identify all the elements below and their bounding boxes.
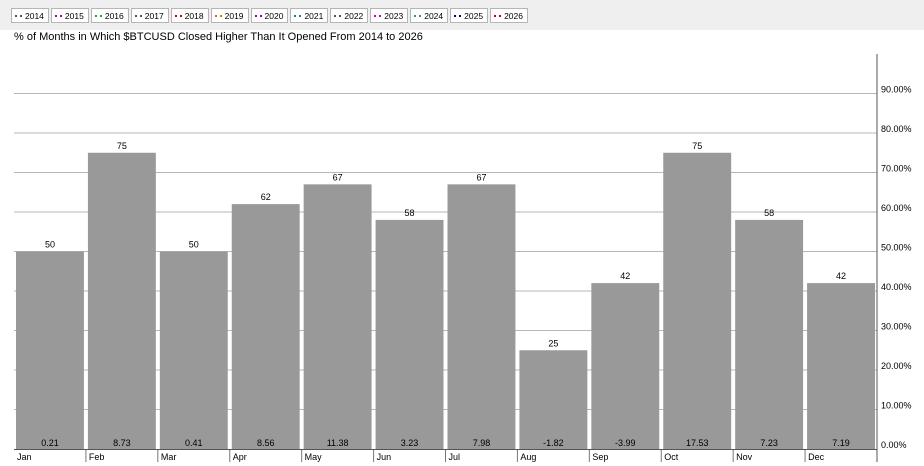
y-tick-label: 70.00% <box>881 164 912 174</box>
bar-aug <box>519 350 588 449</box>
x-tick-label: Apr <box>233 452 247 462</box>
bar-may <box>303 184 372 449</box>
average-change-label: 0.21 <box>41 438 59 448</box>
y-tick-label: 30.00% <box>881 322 912 332</box>
data-label: 58 <box>764 208 774 218</box>
data-label: 58 <box>405 208 415 218</box>
x-tick-label: Feb <box>89 452 105 462</box>
average-change-label: -1.82 <box>543 438 564 448</box>
data-label: 75 <box>692 141 702 151</box>
data-label: 50 <box>189 240 199 250</box>
y-tick-label: 20.00% <box>881 361 912 371</box>
data-label: 42 <box>620 271 630 281</box>
data-label: 67 <box>476 172 486 182</box>
y-tick-label: 40.00% <box>881 282 912 292</box>
average-change-label: 17.53 <box>686 438 709 448</box>
average-change-label: -3.99 <box>615 438 636 448</box>
bar-dec <box>807 283 875 449</box>
data-label: 50 <box>45 240 55 250</box>
average-change-label: 8.56 <box>257 438 275 448</box>
average-change-label: 3.23 <box>401 438 419 448</box>
data-label: 62 <box>261 192 271 202</box>
x-tick-label: Mar <box>161 452 177 462</box>
bar-sep <box>591 283 660 449</box>
average-change-label: 0.41 <box>185 438 203 448</box>
bar-jan <box>16 251 84 449</box>
y-tick-label: 10.00% <box>881 401 912 411</box>
x-tick-label: Jun <box>377 452 392 462</box>
bar-chart: 0.00% 10.00% 20.00% 30.00% 40.00% 50.00% 60.00… <box>14 54 912 462</box>
bar-apr <box>231 204 300 449</box>
average-change-label: 8.73 <box>113 438 131 448</box>
average-change-label: 7.19 <box>832 438 850 448</box>
data-label: 42 <box>836 271 846 281</box>
average-change-label: 11.38 <box>327 438 349 448</box>
bar-nov <box>735 219 804 449</box>
x-tick-label: Sep <box>592 452 608 462</box>
average-change-label: 7.23 <box>760 438 778 448</box>
bar-feb <box>87 152 156 449</box>
data-label: 25 <box>548 338 558 348</box>
bar-mar <box>159 251 228 449</box>
x-tick-label: Aug <box>520 452 536 462</box>
x-tick-label: May <box>305 452 323 462</box>
x-tick-label: Jul <box>449 452 461 462</box>
bar-oct <box>663 152 732 449</box>
bar-jun <box>375 219 444 449</box>
y-tick-label: 90.00% <box>881 85 912 95</box>
data-label: 67 <box>333 172 343 182</box>
x-tick-label: Dec <box>808 452 825 462</box>
y-tick-label: 80.00% <box>881 124 912 134</box>
data-label: 75 <box>117 141 127 151</box>
x-tick-label: Oct <box>664 452 679 462</box>
y-tick-label: 0.00% <box>881 440 907 450</box>
x-tick-label: Nov <box>736 452 753 462</box>
bar-jul <box>447 184 516 449</box>
y-tick-label: 60.00% <box>881 203 912 213</box>
y-tick-label: 50.00% <box>881 243 912 253</box>
average-change-label: 7.98 <box>473 438 491 448</box>
x-tick-label: Jan <box>17 452 32 462</box>
